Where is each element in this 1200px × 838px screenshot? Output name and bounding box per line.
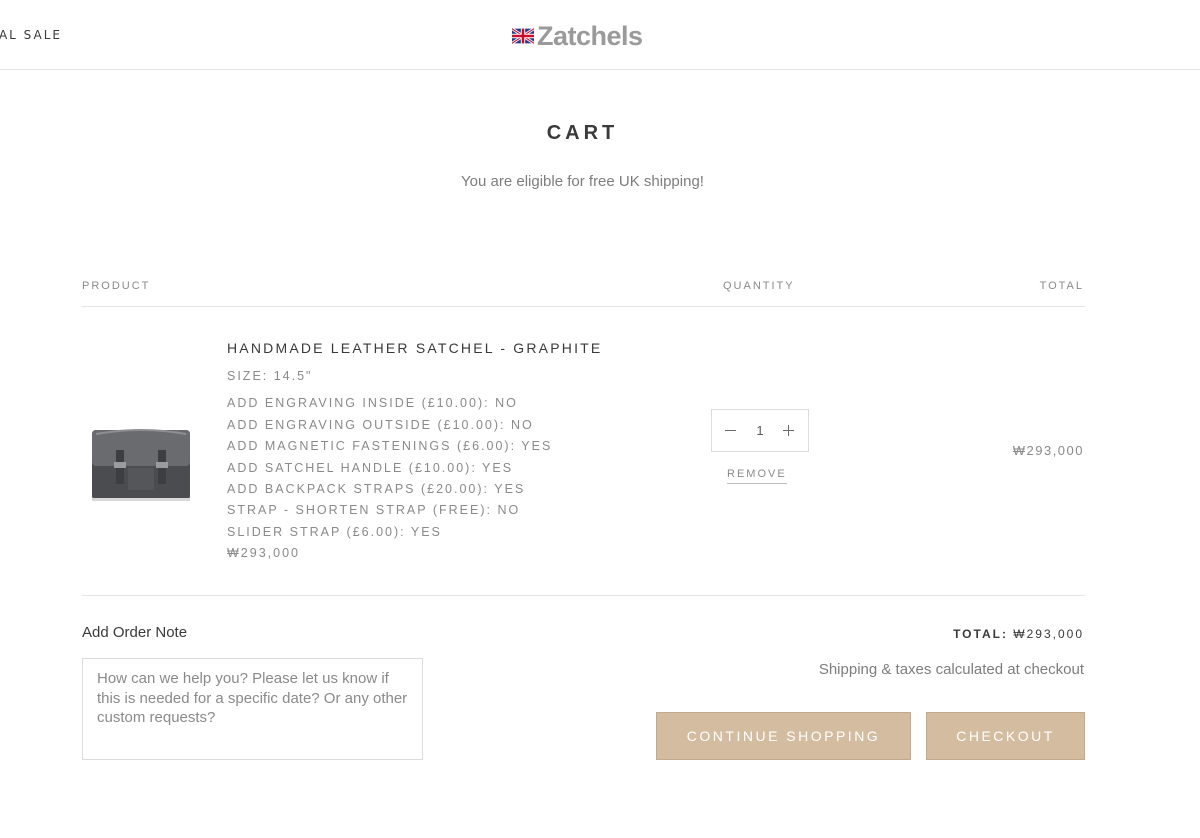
line-item-total: ₩293,000 [1012, 443, 1084, 458]
column-header-total: TOTAL [1039, 280, 1084, 292]
free-shipping-message: You are eligible for free UK shipping! [461, 173, 704, 190]
product-unit-price: ₩293,000 [227, 546, 300, 560]
cart-item-divider [82, 595, 1085, 596]
product-option: SLIDER STRAP (£6.00): YES [227, 525, 442, 539]
increase-quantity-button[interactable] [782, 424, 796, 438]
order-note-label: Add Order Note [82, 624, 188, 641]
table-header-divider [82, 306, 1085, 307]
site-header: NAL SALE Zatchels [0, 0, 1200, 70]
union-jack-flag-icon [512, 27, 534, 45]
product-title[interactable]: HANDMADE LEATHER SATCHEL - GRAPHITE [227, 340, 602, 356]
quantity-stepper: 1 [711, 409, 809, 452]
order-note-textarea[interactable] [82, 658, 423, 760]
page-title: CART [546, 122, 619, 144]
shipping-taxes-note: Shipping & taxes calculated at checkout [818, 661, 1084, 678]
product-option: ADD MAGNETIC FASTENINGS (£6.00): YES [227, 439, 553, 453]
checkout-button[interactable]: CHECKOUT [926, 712, 1085, 760]
nav-link-sale[interactable]: NAL SALE [0, 28, 62, 42]
quantity-value[interactable]: 1 [756, 423, 763, 438]
product-size: SIZE: 14.5" [227, 369, 313, 383]
remove-item-link[interactable]: REMOVE [727, 468, 787, 484]
product-option: STRAP - SHORTEN STRAP (FREE): NO [227, 503, 521, 517]
column-header-product: PRODUCT [82, 280, 151, 292]
decrease-quantity-button[interactable] [724, 424, 738, 438]
product-image[interactable] [86, 420, 196, 506]
product-option: ADD ENGRAVING OUTSIDE (£10.00): NO [227, 418, 534, 432]
cart-total-value: ₩293,000 [1013, 627, 1084, 641]
product-option: ADD SATCHEL HANDLE (£10.00): YES [227, 461, 514, 475]
product-option: ADD ENGRAVING INSIDE (£10.00): NO [227, 396, 518, 410]
continue-shopping-button[interactable]: CONTINUE SHOPPING [656, 712, 911, 760]
column-header-quantity: QUANTITY [723, 280, 795, 292]
cart-total-label: TOTAL: [953, 627, 1008, 641]
site-logo[interactable]: Zatchels [512, 20, 643, 52]
product-option: ADD BACKPACK STRAPS (£20.00): YES [227, 482, 526, 496]
cart-total: TOTAL: ₩293,000 [953, 627, 1084, 641]
logo-text: Zatchels [537, 20, 643, 51]
